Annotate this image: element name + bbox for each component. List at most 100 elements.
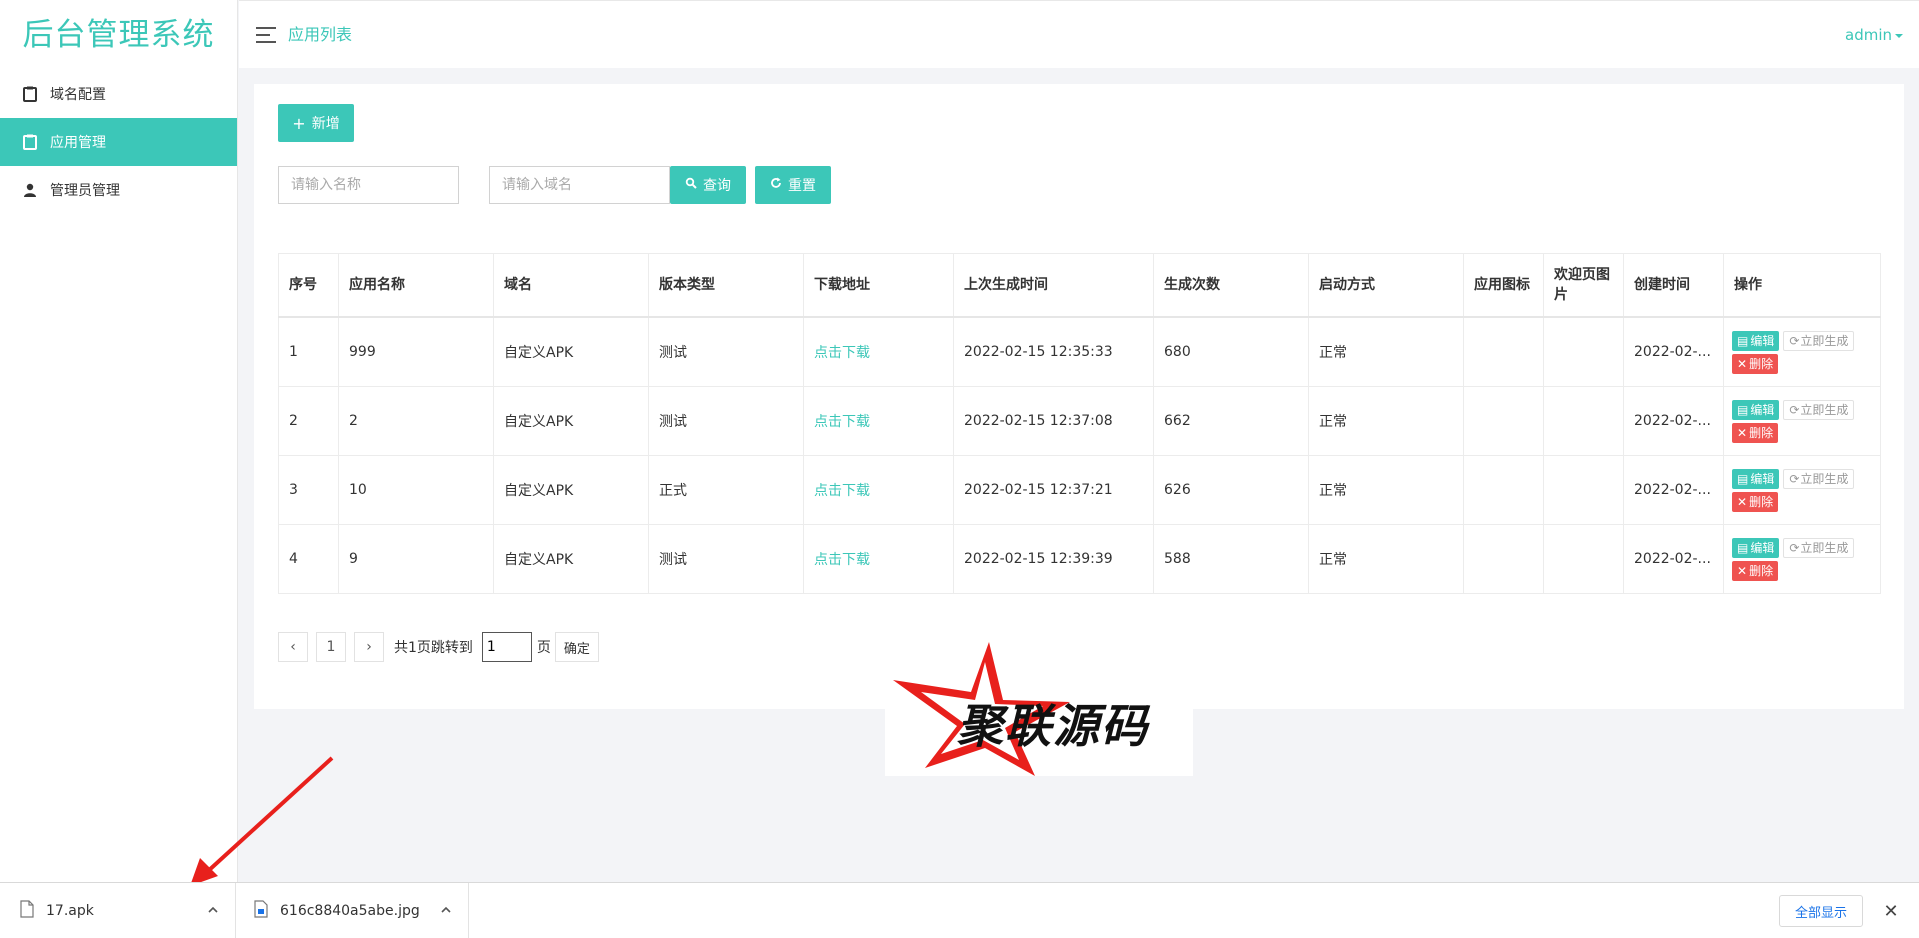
add-button[interactable]: + 新增: [278, 104, 354, 142]
clipboard-icon: [22, 134, 38, 150]
table-cell: 自定义APK: [493, 316, 649, 387]
table-cell: 自定义APK: [493, 386, 649, 456]
close-icon: ✕: [1737, 494, 1748, 509]
generate-now-button[interactable]: ⟳ 立即生成: [1783, 468, 1855, 489]
user-icon: [22, 182, 38, 198]
table-cell: 1: [278, 316, 339, 387]
app-brand: 后台管理系统: [22, 17, 215, 53]
table-row: 1 999 自定义APK 测试 点击下载 2022-02-15 12:35:33 680 正常…: [278, 316, 1881, 387]
name-search-input[interactable]: [278, 166, 459, 204]
next-page-button[interactable]: ›: [354, 632, 384, 662]
edit-button[interactable]: ▤ 编辑: [1732, 468, 1780, 489]
table-cell: 626: [1153, 455, 1309, 525]
edit-icon: ▤: [1737, 471, 1749, 486]
edit-button-label: 编辑: [1750, 541, 1775, 555]
search-icon: [685, 177, 697, 193]
delete-button[interactable]: ✕ 删除: [1732, 560, 1779, 581]
table-cell: [1463, 524, 1544, 594]
table-cell: 2022-02-...: [1623, 386, 1724, 456]
table-cell: 2022-02-...: [1623, 524, 1724, 594]
table-cell: 正式: [648, 455, 804, 525]
refresh-icon: [770, 177, 782, 193]
sidebar-item-admin-management[interactable]: 管理员管理: [0, 166, 237, 214]
clipboard-icon: [22, 86, 38, 102]
download-link[interactable]: 点击下载: [803, 524, 954, 594]
watermark-logo: 聚联源码: [885, 640, 1193, 776]
close-icon: ✕: [1737, 425, 1748, 440]
show-all-downloads-button[interactable]: 全部显示: [1778, 895, 1863, 927]
table-cell: 正常: [1308, 386, 1464, 456]
add-button-label: 新增: [311, 116, 340, 132]
table-cell: [1463, 386, 1544, 456]
sidebar-item-domain-config[interactable]: 域名配置: [0, 70, 237, 118]
download-link[interactable]: 点击下载: [803, 316, 954, 387]
user-menu[interactable]: admin: [1845, 1, 1903, 69]
generate-button-label: 立即生成: [1800, 541, 1849, 555]
column-header: 版本类型: [648, 253, 804, 318]
search-button[interactable]: 查询: [670, 166, 746, 204]
delete-button[interactable]: ✕ 删除: [1732, 353, 1779, 374]
sidebar-item-app-management[interactable]: 应用管理: [0, 118, 237, 166]
page-number-button[interactable]: 1: [316, 632, 346, 662]
generate-button-label: 立即生成: [1800, 334, 1849, 348]
chevron-up-icon[interactable]: [440, 902, 452, 920]
chevron-up-icon[interactable]: [207, 902, 219, 920]
table-cell: 自定义APK: [493, 524, 649, 594]
table-cell: 2022-02-...: [1623, 455, 1724, 525]
column-header: 生成次数: [1153, 253, 1309, 318]
generate-now-button[interactable]: ⟳ 立即生成: [1783, 330, 1855, 351]
download-link[interactable]: 点击下载: [803, 386, 954, 456]
delete-button[interactable]: ✕ 删除: [1732, 422, 1779, 443]
download-item[interactable]: 17.apk: [0, 883, 236, 938]
table-header-row: 序号 应用名称 域名 版本类型 下载地址 上次生成时间 生成次数 启动方式 应用…: [278, 253, 1881, 318]
table-cell: 2022-02-15 12:37:08: [953, 386, 1154, 456]
table-cell: 2022-02-15 12:37:21: [953, 455, 1154, 525]
table-cell: [1543, 386, 1624, 456]
table-cell: 662: [1153, 386, 1309, 456]
edit-button-label: 编辑: [1750, 334, 1775, 348]
column-header: 启动方式: [1308, 253, 1464, 318]
page-jump-input[interactable]: [481, 632, 532, 662]
menu-toggle-icon[interactable]: [256, 27, 276, 43]
sidebar-item-label: 应用管理: [50, 135, 106, 151]
table-cell: 2: [278, 386, 339, 456]
column-header: 操作: [1723, 253, 1881, 318]
table-cell: 正常: [1308, 455, 1464, 525]
top-header: 应用列表 admin: [239, 0, 1919, 68]
breadcrumb[interactable]: 应用列表: [288, 1, 352, 69]
page-suffix: 页: [536, 640, 551, 656]
edit-button[interactable]: ▤ 编辑: [1732, 537, 1780, 558]
edit-button[interactable]: ▤ 编辑: [1732, 399, 1780, 420]
plus-icon: +: [292, 113, 306, 133]
close-icon: ✕: [1737, 563, 1748, 578]
close-icon[interactable]: ✕: [1879, 899, 1903, 923]
search-button-label: 查询: [703, 178, 731, 194]
reset-button[interactable]: 重置: [755, 166, 831, 204]
edit-button-label: 编辑: [1750, 403, 1775, 417]
table-cell: [1463, 316, 1544, 387]
edit-button[interactable]: ▤ 编辑: [1732, 330, 1780, 351]
column-header: 应用名称: [338, 253, 494, 318]
refresh-icon: ⟳: [1789, 333, 1800, 348]
table-cell: 测试: [648, 316, 804, 387]
column-header: 应用图标: [1463, 253, 1544, 318]
download-bar: 17.apk 616c8840a5abe.jpg 全部显示 ✕: [0, 882, 1919, 938]
generate-now-button[interactable]: ⟳ 立即生成: [1783, 399, 1855, 420]
download-link[interactable]: 点击下载: [803, 455, 954, 525]
page-jump-confirm-button[interactable]: 确定: [554, 632, 599, 662]
username: admin: [1845, 26, 1892, 44]
column-header: 域名: [493, 253, 649, 318]
download-item[interactable]: 616c8840a5abe.jpg: [236, 883, 469, 938]
table-cell: 自定义APK: [493, 455, 649, 525]
sidebar-item-label: 管理员管理: [50, 183, 120, 199]
generate-now-button[interactable]: ⟳ 立即生成: [1783, 537, 1855, 558]
delete-button-label: 删除: [1749, 495, 1774, 509]
row-actions: ▤ 编辑 ⟳ 立即生成 ✕ 删除: [1723, 386, 1881, 456]
delete-button-label: 删除: [1749, 426, 1774, 440]
prev-page-button[interactable]: ‹: [278, 632, 308, 662]
delete-button[interactable]: ✕ 删除: [1732, 491, 1779, 512]
domain-search-input[interactable]: [489, 166, 670, 204]
column-header: 欢迎页图片: [1543, 253, 1624, 318]
column-header: 创建时间: [1623, 253, 1724, 318]
download-filename: 17.apk: [46, 902, 94, 919]
